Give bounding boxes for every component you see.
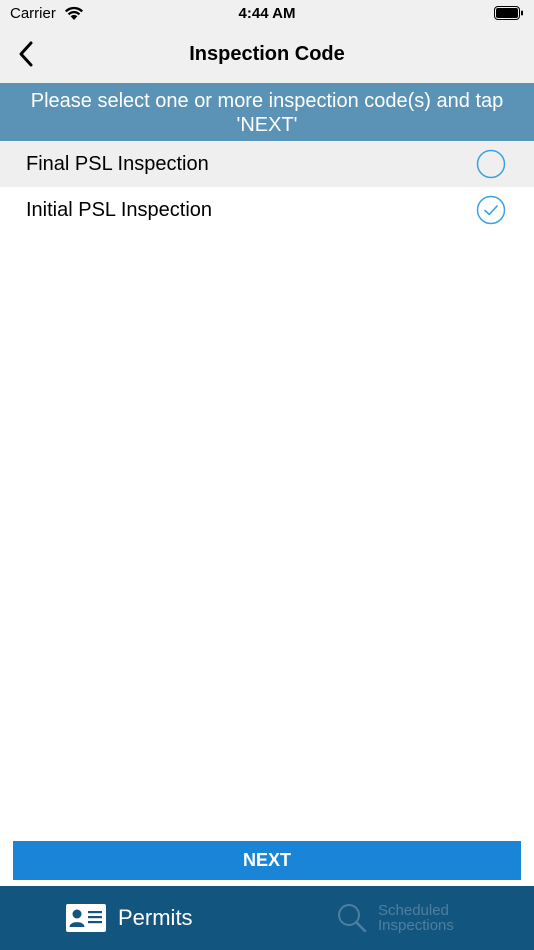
radio-checked-icon[interactable] — [476, 195, 506, 225]
tab-bar: Permits Scheduled Inspections — [0, 886, 534, 950]
page-title: Inspection Code — [189, 43, 345, 65]
list-item-final-psl-inspection[interactable]: Final PSL Inspection — [0, 141, 534, 187]
list-item-initial-psl-inspection[interactable]: Initial PSL Inspection — [0, 187, 534, 233]
instruction-banner: Please select one or more inspection cod… — [0, 83, 534, 141]
id-card-icon — [66, 904, 106, 932]
battery-icon — [494, 6, 524, 25]
tab-label: Scheduled Inspections — [378, 902, 454, 934]
status-time: 4:44 AM — [238, 5, 296, 22]
next-button[interactable]: NEXT — [13, 841, 521, 880]
list-item-label: Final PSL Inspection — [26, 152, 209, 175]
tab-scheduled-inspections[interactable]: Scheduled Inspections — [336, 886, 468, 950]
radio-unchecked-icon[interactable] — [476, 149, 506, 179]
navigation-bar: Inspection Code — [0, 28, 534, 83]
search-icon — [338, 904, 367, 933]
inspection-code-list: Final PSL Inspection Initial PSL Inspect… — [0, 141, 534, 233]
tab-label: Permits — [118, 905, 193, 930]
list-item-label: Initial PSL Inspection — [26, 198, 213, 221]
status-bar: Carrier 4:44 AM — [0, 0, 534, 28]
tab-permits[interactable]: Permits — [66, 886, 193, 950]
